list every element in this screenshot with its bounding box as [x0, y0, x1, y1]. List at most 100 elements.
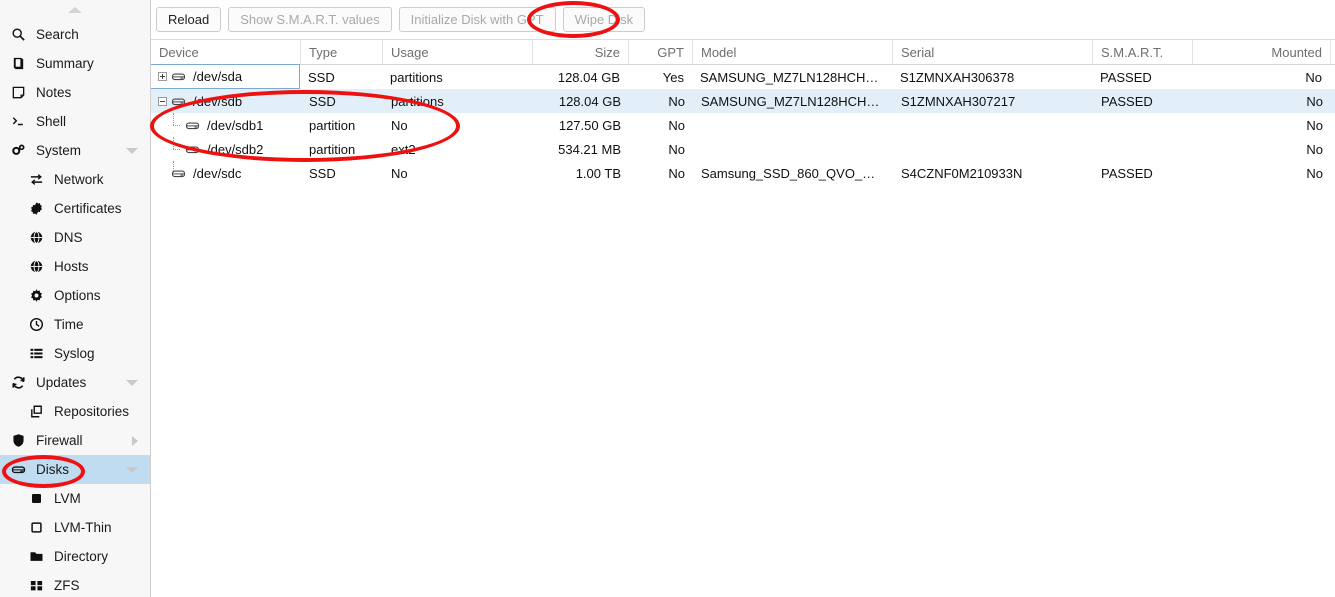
cell-serial: S4CZNF0M210933N: [901, 165, 1023, 181]
device-name: /dev/sdb2: [207, 141, 264, 157]
cell-serial: S1ZMNXAH306378: [900, 69, 1015, 85]
sidebar-item-repositories[interactable]: Repositories: [0, 397, 150, 426]
cell-device: /dev/sda: [151, 64, 300, 89]
sidebar-item-zfs[interactable]: ZFS: [0, 571, 150, 597]
sidebar-item-firewall[interactable]: Firewall: [0, 426, 150, 455]
refresh-icon: [10, 375, 27, 391]
sidebar-item-label: Time: [54, 316, 84, 332]
sidebar-item-shell[interactable]: Shell: [0, 107, 150, 136]
table-row[interactable]: /dev/sda SSD partitions 128.04 GB Yes SAMSUNG…: [151, 64, 1335, 89]
tree-line: [173, 137, 183, 161]
sidebar-item-disks[interactable]: Disks: [0, 455, 150, 484]
chevron-down-icon[interactable]: [126, 147, 138, 154]
column-header-model[interactable]: Model: [693, 40, 893, 64]
sidebar-item-updates[interactable]: Updates: [0, 368, 150, 397]
column-header-size[interactable]: Size: [533, 40, 629, 64]
grid-icon: [28, 578, 45, 594]
cell-serial: S1ZMNXAH307217: [901, 93, 1016, 109]
cell-serial: [893, 113, 1093, 137]
device-name: /dev/sdc: [193, 165, 242, 181]
sidebar-item-lvm[interactable]: LVM: [0, 484, 150, 513]
cell-type: partition: [309, 141, 356, 157]
chevron-down-icon[interactable]: [126, 379, 138, 386]
sidebar-nav-list: Search Summary Notes Shell System Network Cert…: [0, 20, 150, 597]
sidebar-item-label: Notes: [36, 84, 72, 100]
cell-size: 534.21 MB: [558, 141, 621, 157]
sidebar-item-search[interactable]: Search: [0, 20, 150, 49]
disk-icon: [10, 462, 27, 478]
sidebar-item-certificates[interactable]: Certificates: [0, 194, 150, 223]
sidebar-item-dns[interactable]: DNS: [0, 223, 150, 252]
cell-device: /dev/sdb2: [151, 137, 301, 161]
cell-smart: PASSED: [1100, 69, 1152, 85]
column-header-usage[interactable]: Usage: [383, 40, 533, 64]
cell-type: SSD: [308, 69, 335, 85]
chevron-down-icon[interactable]: [126, 466, 138, 473]
cell-type: SSD: [309, 93, 336, 109]
cell-gpt: No: [668, 117, 685, 133]
column-header-type[interactable]: Type: [301, 40, 383, 64]
search-icon: [10, 27, 27, 43]
cell-usage: partitions: [390, 69, 443, 85]
table-row[interactable]: /dev/sdb2 partition ext2 534.21 MB No No: [151, 137, 1335, 161]
cell-smart: PASSED: [1101, 93, 1153, 109]
sidebar-item-label: Network: [54, 171, 104, 187]
tree-indent: [155, 161, 180, 185]
column-header-smart[interactable]: S.M.A.R.T.: [1093, 40, 1193, 64]
chevron-right-icon[interactable]: [132, 435, 138, 446]
table-header-row: Device Type Usage Size GPT Model Serial S.M.A.R…: [151, 39, 1335, 65]
disk-icon: [169, 94, 187, 109]
main-content: Reload Show S.M.A.R.T. values Initialize D…: [151, 0, 1335, 597]
cell-usage: partitions: [391, 93, 444, 109]
sidebar-item-label: Directory: [54, 548, 109, 564]
sidebar-item-label: Updates: [36, 374, 87, 390]
cell-device: /dev/sdc: [151, 161, 301, 185]
network-icon: [28, 172, 45, 188]
sidebar-item-directory[interactable]: Directory: [0, 542, 150, 571]
sidebar-item-time[interactable]: Time: [0, 310, 150, 339]
sidebar-item-hosts[interactable]: Hosts: [0, 252, 150, 281]
clock-icon: [28, 317, 45, 333]
list-icon: [28, 346, 45, 362]
cell-type: SSD: [309, 165, 336, 181]
table-row[interactable]: /dev/sdb SSD partitions 128.04 GB No SAMSUNG_…: [151, 89, 1335, 113]
sidebar-collapse-button[interactable]: [0, 0, 150, 20]
cell-smart: [1093, 137, 1193, 161]
sidebar-item-syslog[interactable]: Syslog: [0, 339, 150, 368]
cell-smart: [1093, 113, 1193, 137]
folder-icon: [28, 549, 45, 565]
expand-icon[interactable]: [157, 72, 167, 81]
sidebar-item-lvm-thin[interactable]: LVM-Thin: [0, 513, 150, 542]
sidebar-item-network[interactable]: Network: [0, 165, 150, 194]
table-row[interactable]: /dev/sdc SSD No 1.00 TB No Samsung_SSD_860_QV…: [151, 161, 1335, 185]
sidebar-item-options[interactable]: Options: [0, 281, 150, 310]
column-header-device[interactable]: Device: [151, 40, 301, 64]
column-header-mounted[interactable]: Mounted: [1193, 40, 1331, 64]
reload-button[interactable]: Reload: [156, 7, 222, 32]
sidebar-item-label: Firewall: [36, 432, 83, 448]
tree-indent: [155, 137, 183, 161]
cell-mounted: No: [1305, 69, 1322, 85]
initialize-disk-with-gpt-button: Initialize Disk with GPT: [398, 7, 556, 32]
sidebar-item-label: LVM: [54, 490, 81, 506]
device-name: /dev/sdb1: [207, 117, 264, 133]
sidebar-item-label: Repositories: [54, 403, 130, 419]
disks-table: Device Type Usage Size GPT Model Serial S.M.A.R…: [151, 39, 1335, 185]
sidebar-item-label: Hosts: [54, 258, 89, 274]
square-open-icon: [28, 520, 45, 536]
cell-mounted: No: [1306, 117, 1323, 133]
certificate-icon: [28, 201, 45, 217]
sidebar-item-notes[interactable]: Notes: [0, 78, 150, 107]
column-header-serial[interactable]: Serial: [893, 40, 1093, 64]
sidebar-item-label: Certificates: [54, 200, 122, 216]
collapse-icon[interactable]: [157, 96, 167, 106]
sidebar-item-label: Options: [54, 287, 101, 303]
cell-size: 1.00 TB: [575, 165, 621, 181]
note-icon: [10, 85, 27, 101]
table-row[interactable]: /dev/sdb1 partition No 127.50 GB No No: [151, 113, 1335, 137]
cell-size: 128.04 GB: [557, 69, 620, 85]
sidebar-item-system[interactable]: System: [0, 136, 150, 165]
shield-icon: [10, 433, 27, 449]
sidebar-item-summary[interactable]: Summary: [0, 49, 150, 78]
column-header-gpt[interactable]: GPT: [629, 40, 693, 64]
